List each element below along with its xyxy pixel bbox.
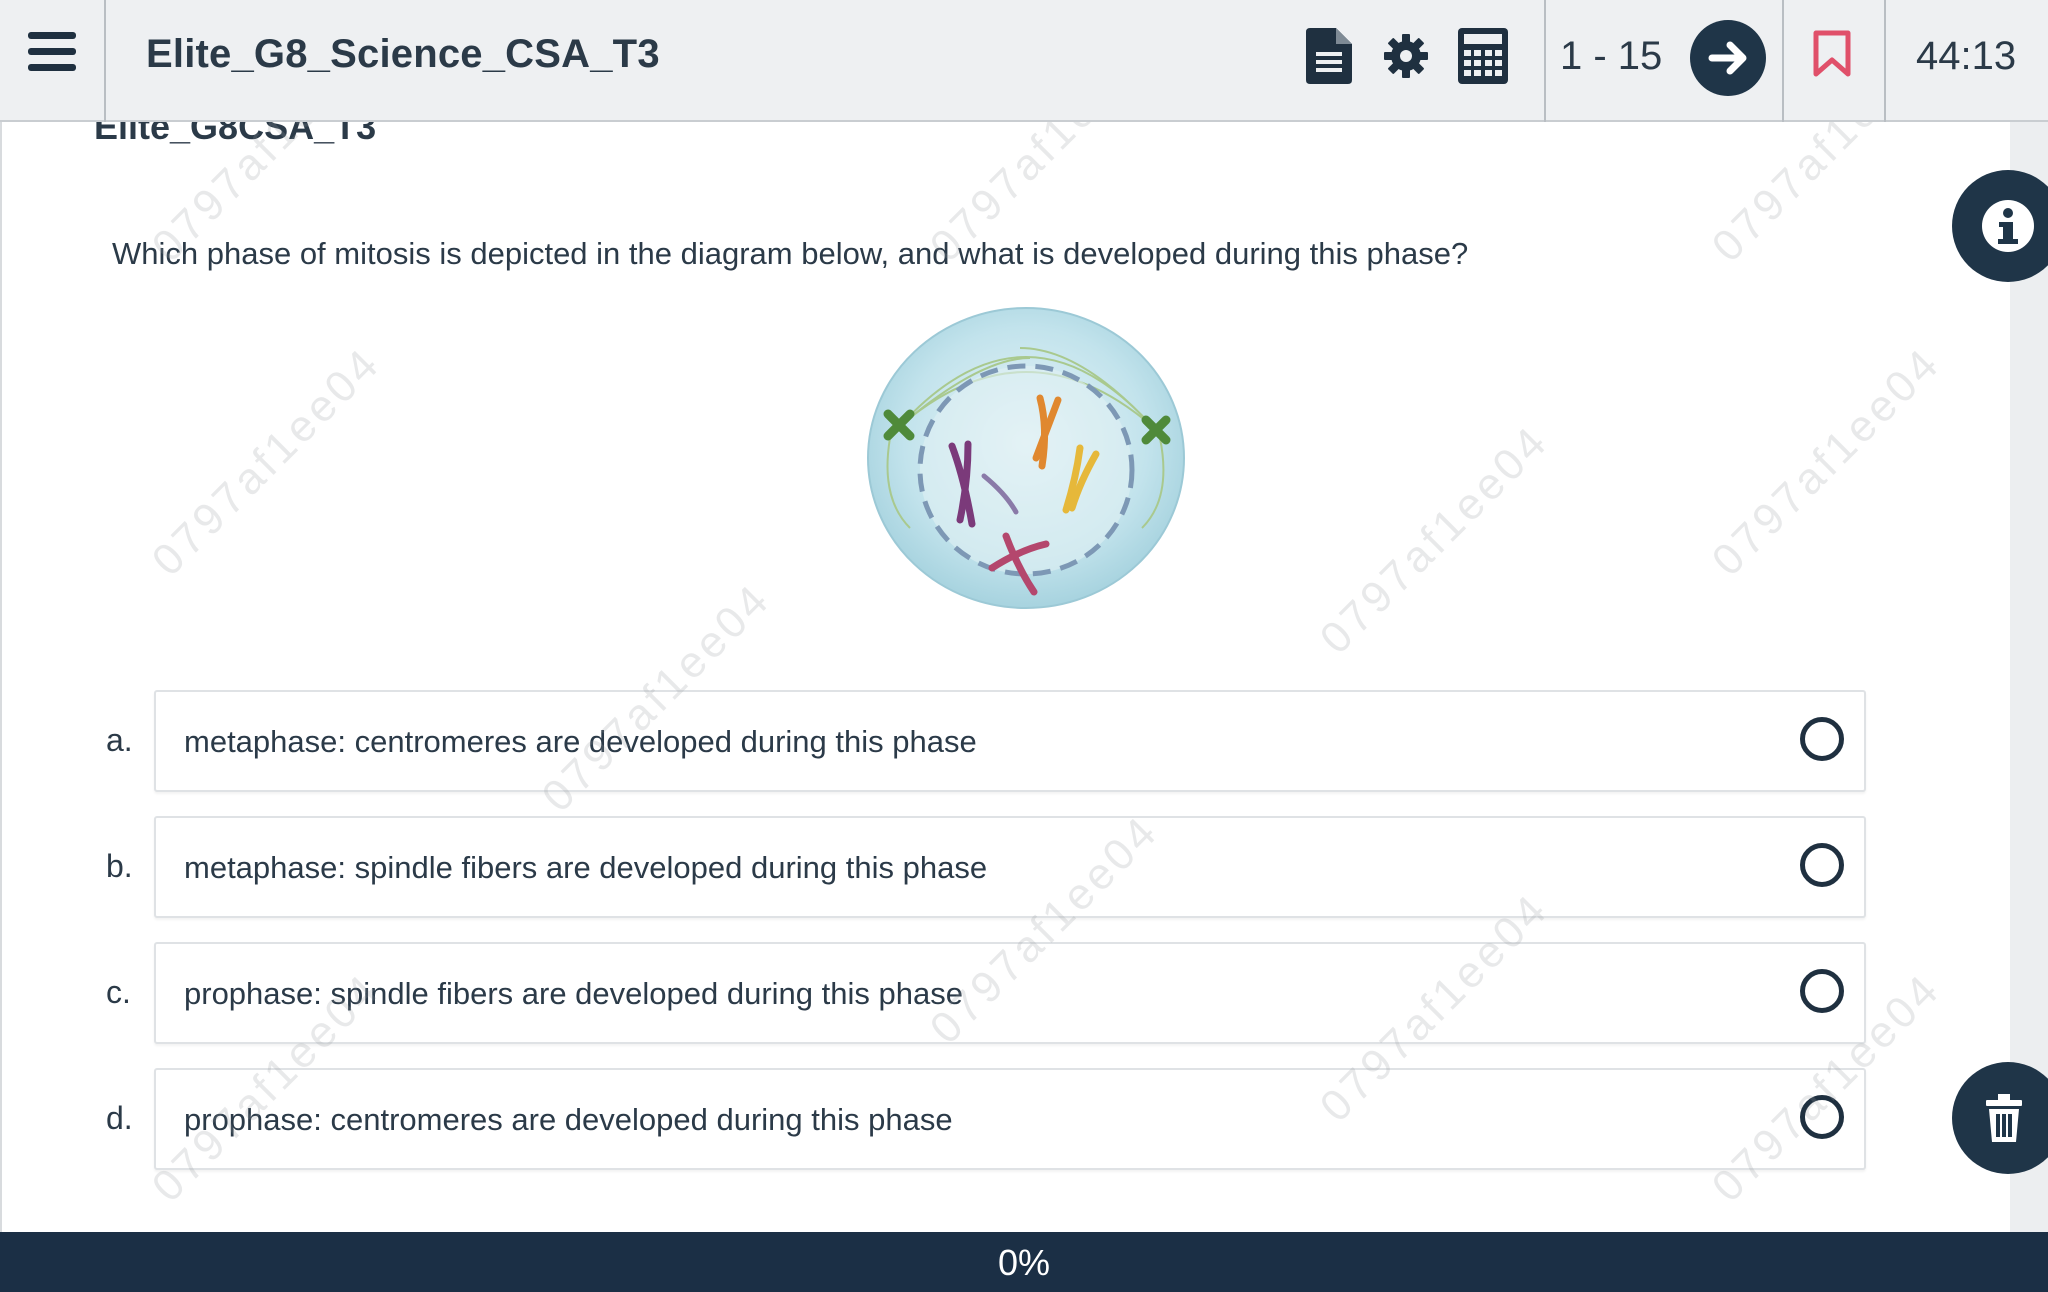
delete-button[interactable] <box>1952 1062 2048 1174</box>
progress-bar: 0% <box>0 1232 2048 1292</box>
info-button[interactable] <box>1952 170 2048 282</box>
choice-d-letter: d. <box>106 1100 133 1136</box>
bookmark-icon[interactable] <box>1812 30 1852 78</box>
calculator-icon[interactable] <box>1458 28 1508 84</box>
choice-b-radio[interactable] <box>1800 843 1844 887</box>
choice-c-letter: c. <box>106 974 131 1010</box>
timer: 44:13 <box>1916 34 2017 78</box>
gear-icon[interactable] <box>1382 32 1430 80</box>
watermark: 0797af1ee04 <box>1310 415 1559 664</box>
choice-d-radio[interactable] <box>1800 1095 1844 1139</box>
choice-c[interactable]: prophase: spindle fibers are developed d… <box>154 942 1866 1044</box>
arrow-right-icon <box>1708 41 1747 75</box>
choice-c-radio[interactable] <box>1800 969 1844 1013</box>
next-button[interactable] <box>1690 20 1766 96</box>
watermark: 0797af1ee04 <box>1702 122 1951 272</box>
choice-b[interactable]: metaphase: spindle fibers are developed … <box>154 816 1866 918</box>
trash-icon <box>1986 1094 2022 1142</box>
divider <box>1782 0 1784 122</box>
question-panel: Elite_G8CSA_T3 Which phase of mitosis is… <box>0 122 2010 1232</box>
choice-b-text: metaphase: spindle fibers are developed … <box>184 850 988 885</box>
divider <box>1884 0 1886 122</box>
divider <box>104 0 106 122</box>
watermark: 0797af1ee04 <box>142 337 391 586</box>
hamburger-menu-icon[interactable] <box>28 32 76 76</box>
section-title: Elite_G8CSA_T3 <box>94 122 377 147</box>
document-icon[interactable] <box>1306 28 1352 84</box>
watermark: 0797af1ee04 <box>1702 337 1951 586</box>
mitosis-diagram-image <box>867 307 1185 609</box>
choice-a-radio[interactable] <box>1800 717 1844 761</box>
choice-b-letter: b. <box>106 848 133 884</box>
progress-label: 0% <box>997 1242 1051 1283</box>
choice-c-text: prophase: spindle fibers are developed d… <box>184 976 963 1011</box>
choice-d[interactable]: prophase: centromeres are developed duri… <box>154 1068 1866 1170</box>
top-bar: Elite_G8_Science_CSA_T3 1 - 15 44:13 <box>0 0 2048 122</box>
choice-d-text: prophase: centromeres are developed duri… <box>184 1102 953 1137</box>
choice-a-letter: a. <box>106 722 133 758</box>
info-icon <box>1982 200 2034 252</box>
divider <box>1544 0 1546 122</box>
question-range[interactable]: 1 - 15 <box>1560 34 1662 79</box>
choice-a-text: metaphase: centromeres are developed dur… <box>184 724 977 759</box>
choice-a[interactable]: metaphase: centromeres are developed dur… <box>154 690 1866 792</box>
test-title: Elite_G8_Science_CSA_T3 <box>146 32 660 76</box>
question-text: Which phase of mitosis is depicted in th… <box>112 236 1469 271</box>
